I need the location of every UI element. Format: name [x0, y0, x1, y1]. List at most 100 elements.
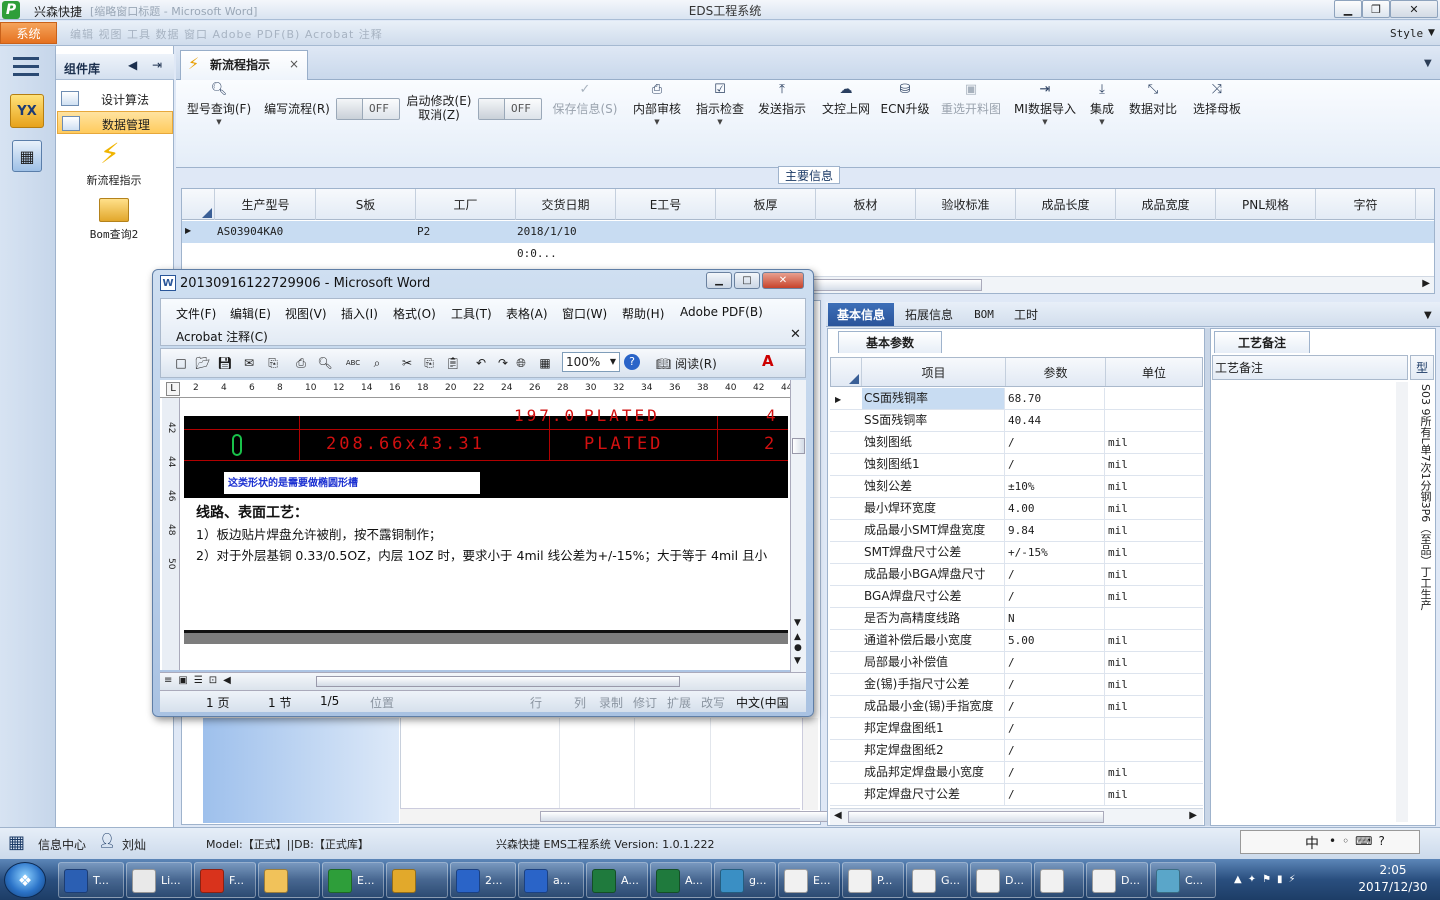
- collapse-left-icon[interactable]: ◀: [128, 58, 137, 72]
- taskbar-button[interactable]: A...: [586, 862, 648, 898]
- params-horizontal-scrollbar[interactable]: ◀ ▶: [830, 808, 1203, 825]
- copy-icon[interactable]: ⎘: [420, 354, 438, 372]
- taskbar-button[interactable]: D...: [970, 862, 1032, 898]
- table-cell[interactable]: [317, 221, 415, 243]
- style-menu[interactable]: Style: [1390, 27, 1423, 40]
- undo-icon[interactable]: ↶: [472, 354, 490, 372]
- param-item[interactable]: 金(锡)手指尺寸公差: [862, 674, 1005, 695]
- tab-work-hours[interactable]: 工时: [1008, 303, 1044, 326]
- tab-extended-info[interactable]: 拓展信息: [898, 303, 960, 326]
- taskbar-button[interactable]: C...: [1150, 862, 1216, 898]
- close-button[interactable]: ✕: [1390, 0, 1438, 18]
- select-motherboard-button[interactable]: ⤨ 选择母板: [1188, 82, 1246, 134]
- param-item[interactable]: SS面残铜率: [862, 410, 1005, 431]
- column-header[interactable]: 成品宽度: [1116, 189, 1216, 220]
- craft-vertical-scrollbar[interactable]: [1396, 382, 1408, 822]
- taskbar-button[interactable]: g...: [714, 862, 776, 898]
- save-icon[interactable]: 💾︎: [216, 354, 234, 372]
- word-menu-tools[interactable]: 工具(T): [451, 305, 492, 322]
- calculator-icon[interactable]: ▦: [12, 140, 42, 172]
- param-item[interactable]: 成品最小金(锡)手指宽度: [862, 696, 1005, 717]
- hamburger-menu-icon[interactable]: [13, 57, 39, 76]
- param-value[interactable]: /: [1006, 454, 1105, 475]
- minimize-button[interactable]: ▁: [1334, 0, 1362, 18]
- param-value[interactable]: 4.00: [1006, 498, 1105, 519]
- param-value[interactable]: /: [1006, 586, 1105, 607]
- status-extend[interactable]: 扩展: [667, 694, 691, 711]
- param-value[interactable]: ±10%: [1006, 476, 1105, 497]
- param-item[interactable]: 局部最小补偿值: [862, 652, 1005, 673]
- print-preview-icon[interactable]: ⎘: [264, 354, 282, 372]
- info-center-link[interactable]: 信息中心: [38, 836, 86, 853]
- param-value[interactable]: 40.44: [1006, 410, 1105, 431]
- taskbar-button[interactable]: [258, 862, 320, 898]
- taskbar-button[interactable]: Li...: [126, 862, 192, 898]
- param-item[interactable]: CS面残铜率: [862, 388, 1005, 409]
- param-value[interactable]: /: [1006, 564, 1105, 585]
- redo-icon[interactable]: ↷: [494, 354, 512, 372]
- table-cell[interactable]: P2: [417, 221, 515, 243]
- tab-list-dropdown-icon[interactable]: ▼: [1424, 58, 1432, 69]
- column-header[interactable]: 字符: [1316, 189, 1416, 220]
- param-item[interactable]: 是否为高精度线路: [862, 608, 1005, 629]
- save-info-button[interactable]: ✓ 保存信息(S): [549, 82, 621, 134]
- param-item[interactable]: SMT焊盘尺寸公差: [862, 542, 1005, 563]
- word-menu-format[interactable]: 格式(O): [393, 305, 436, 322]
- permission-icon[interactable]: ✉: [240, 354, 258, 372]
- param-item[interactable]: 蚀刻图纸: [862, 432, 1005, 453]
- param-value[interactable]: /: [1006, 784, 1105, 805]
- tab-dropdown-icon[interactable]: ▼: [1424, 310, 1432, 321]
- status-revision[interactable]: 修订: [633, 694, 657, 711]
- param-value[interactable]: 68.70: [1006, 388, 1105, 409]
- param-item[interactable]: 成品最小BGA焊盘尺寸: [862, 564, 1005, 585]
- system-menu-button[interactable]: 系统: [0, 22, 57, 44]
- param-item[interactable]: 邦定焊盘图纸2: [862, 740, 1005, 761]
- word-horizontal-scrollbar[interactable]: ≡▣☰⊡◀: [160, 672, 806, 690]
- data-compare-button[interactable]: ⤡ 数据对比: [1124, 82, 1182, 134]
- read-mode-button[interactable]: 📖︎ 阅读(R): [656, 355, 717, 372]
- column-header[interactable]: 验收标准: [916, 189, 1016, 220]
- tray-icons[interactable]: ▲✦⚑▮⚡: [1234, 874, 1302, 885]
- yx-factory-icon[interactable]: YX: [10, 94, 44, 128]
- word-menu-adobe-pdf[interactable]: Adobe PDF(B): [680, 305, 763, 319]
- zoom-select[interactable]: 100% ▼: [562, 352, 620, 372]
- param-value[interactable]: N: [1006, 608, 1105, 629]
- param-value[interactable]: +/-15%: [1006, 542, 1105, 563]
- word-close-button[interactable]: ✕: [762, 272, 804, 289]
- column-header[interactable]: 型: [1410, 355, 1434, 380]
- help-icon[interactable]: ?: [624, 354, 640, 370]
- maximize-button[interactable]: ❐: [1362, 0, 1390, 18]
- param-value[interactable]: /: [1006, 740, 1105, 761]
- lightning-icon[interactable]: ⚡: [100, 137, 120, 170]
- integration-button[interactable]: ⤓ 集成 ▼: [1086, 82, 1118, 134]
- taskbar-button[interactable]: A...: [650, 862, 712, 898]
- param-value[interactable]: 5.00: [1006, 630, 1105, 651]
- column-header[interactable]: 项目: [862, 358, 1006, 386]
- taskbar-button[interactable]: D...: [1086, 862, 1148, 898]
- table-icon[interactable]: ▦: [536, 354, 554, 372]
- word-doc-close-icon[interactable]: ✕: [790, 327, 801, 342]
- column-header[interactable]: 单位: [1106, 358, 1202, 386]
- param-item[interactable]: 蚀刻公差: [862, 476, 1005, 497]
- param-item[interactable]: 邦定焊盘图纸1: [862, 718, 1005, 739]
- lower-left-vertical-scrollbar[interactable]: [802, 718, 818, 810]
- doc-control-online-button[interactable]: ☁ 文控上网: [818, 82, 874, 134]
- start-modify-toggle[interactable]: OFF: [478, 98, 542, 120]
- taskbar-button[interactable]: [386, 862, 448, 898]
- font-color-icon[interactable]: A: [762, 352, 774, 370]
- word-menu-file[interactable]: 文件(F): [176, 305, 216, 322]
- model-query-button[interactable]: 🔍︎ 型号查询(F) ▼: [183, 82, 255, 134]
- internal-review-button[interactable]: ⎙ 内部审核 ▼: [629, 82, 685, 134]
- cut-icon[interactable]: ✂: [398, 354, 416, 372]
- word-menu-acrobat[interactable]: Acrobat 注释(C): [176, 328, 268, 345]
- start-button[interactable]: ❖: [4, 862, 46, 898]
- column-header[interactable]: 工艺备注: [1212, 355, 1408, 380]
- word-vertical-scrollbar[interactable]: ▼ ▲ ● ▼: [790, 380, 806, 672]
- folder-icon[interactable]: [99, 198, 129, 222]
- column-header[interactable]: 成品长度: [1016, 189, 1116, 220]
- tab-basic-info[interactable]: 基本信息: [828, 303, 894, 326]
- param-value[interactable]: /: [1006, 652, 1105, 673]
- param-value[interactable]: 9.84: [1006, 520, 1105, 541]
- word-menu-view[interactable]: 视图(V): [285, 305, 327, 322]
- param-value[interactable]: /: [1006, 696, 1105, 717]
